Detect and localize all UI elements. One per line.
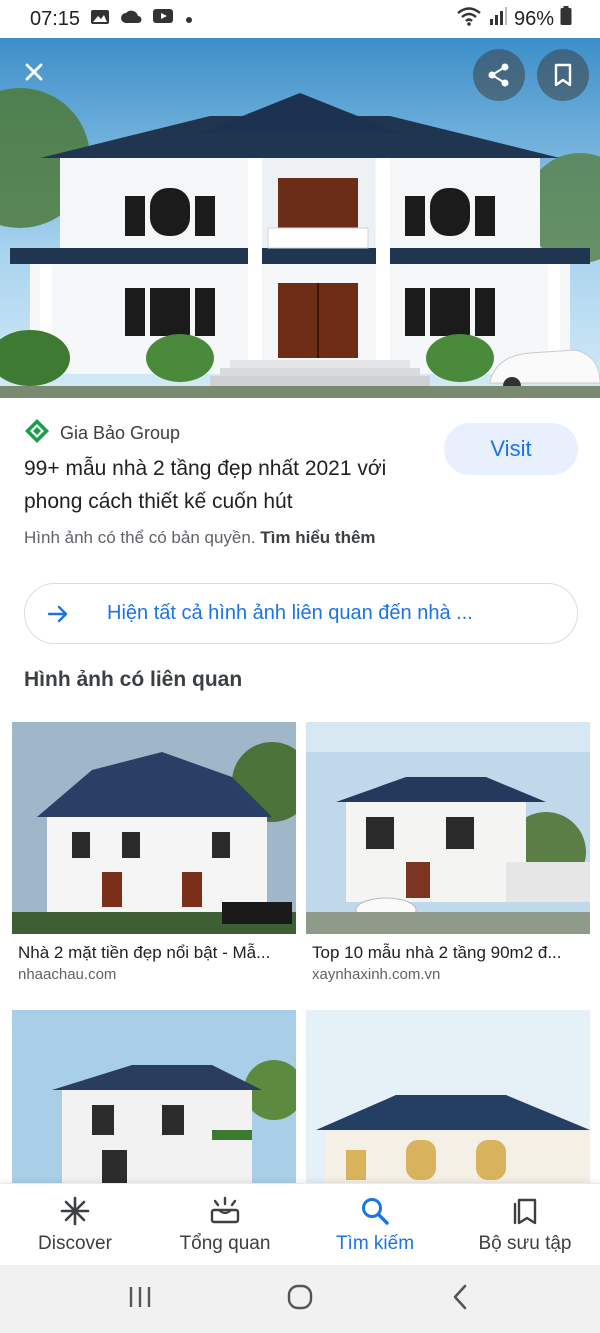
status-bar: 07:15 96% xyxy=(0,0,600,38)
copyright-notice: Hình ảnh có thể có bản quyền. Tìm hiểu t… xyxy=(24,528,376,548)
home-icon xyxy=(286,1283,314,1316)
visit-button[interactable]: Visit xyxy=(444,423,578,475)
related-thumbnail[interactable] xyxy=(12,1010,296,1183)
learn-more-link[interactable]: Tìm hiểu thêm xyxy=(260,528,375,547)
brand-logo-icon xyxy=(24,418,50,449)
nav-discover[interactable]: Discover xyxy=(0,1184,150,1265)
result-source[interactable]: Gia Bảo Group xyxy=(24,418,180,449)
bottom-navigation: Discover Tổng quan Tìm kiếm Bộ sưu tập xyxy=(0,1183,600,1265)
source-name: Gia Bảo Group xyxy=(60,423,181,443)
dot-icon xyxy=(184,8,194,31)
nav-label: Tổng quan xyxy=(179,1232,271,1254)
show-related-label: Hiện tất cả hình ảnh liên quan đến nhà .… xyxy=(107,602,473,624)
nav-collections[interactable]: Bộ sưu tập xyxy=(450,1184,600,1265)
home-button[interactable] xyxy=(270,1277,330,1321)
signal-icon xyxy=(488,6,508,32)
copyright-text: Hình ảnh có thể có bản quyền. xyxy=(24,528,256,547)
nav-label: Bộ sưu tập xyxy=(478,1232,572,1254)
related-caption[interactable]: Top 10 mẫu nhà 2 tầng 90m2 đ... xyxy=(312,943,596,963)
search-icon xyxy=(359,1195,391,1227)
related-heading: Hình ảnh có liên quan xyxy=(24,668,243,691)
back-button[interactable] xyxy=(430,1277,490,1321)
gallery-icon xyxy=(90,8,110,31)
share-icon xyxy=(486,62,512,88)
battery-icon xyxy=(560,6,572,32)
save-button[interactable] xyxy=(537,49,589,101)
share-button[interactable] xyxy=(473,49,525,101)
wifi-icon xyxy=(456,6,482,32)
system-navigation xyxy=(0,1265,600,1333)
hero-image xyxy=(0,38,600,398)
recents-icon xyxy=(127,1285,153,1314)
collections-icon xyxy=(509,1195,541,1227)
cloud-icon xyxy=(120,8,142,31)
close-icon xyxy=(22,60,46,84)
result-title[interactable]: 99+ mẫu nhà 2 tầng đẹp nhất 2021 với pho… xyxy=(24,452,424,518)
nav-label: Discover xyxy=(38,1232,112,1254)
battery-percent: 96% xyxy=(513,7,554,30)
status-time: 07:15 xyxy=(30,7,81,30)
nav-overview[interactable]: Tổng quan xyxy=(150,1184,300,1265)
asterisk-icon xyxy=(59,1195,91,1227)
bookmark-icon xyxy=(552,62,574,88)
related-thumbnail[interactable] xyxy=(306,722,590,934)
nav-search[interactable]: Tìm kiếm xyxy=(300,1184,450,1265)
youtube-icon xyxy=(152,7,174,31)
related-thumbnail[interactable] xyxy=(12,722,296,934)
back-icon xyxy=(450,1283,470,1316)
nav-label: Tìm kiếm xyxy=(335,1232,415,1254)
related-thumbnail[interactable] xyxy=(306,1010,590,1183)
related-source: xaynhaxinh.com.vn xyxy=(312,966,441,983)
arrow-right-icon xyxy=(47,603,71,625)
show-related-button[interactable]: Hiện tất cả hình ảnh liên quan đến nhà .… xyxy=(24,583,578,644)
close-button[interactable] xyxy=(8,46,60,98)
overview-icon xyxy=(209,1195,241,1227)
recents-button[interactable] xyxy=(110,1277,170,1321)
related-source: nhaachau.com xyxy=(18,966,117,983)
related-caption[interactable]: Nhà 2 mặt tiền đẹp nổi bật - Mẫ... xyxy=(18,943,302,963)
